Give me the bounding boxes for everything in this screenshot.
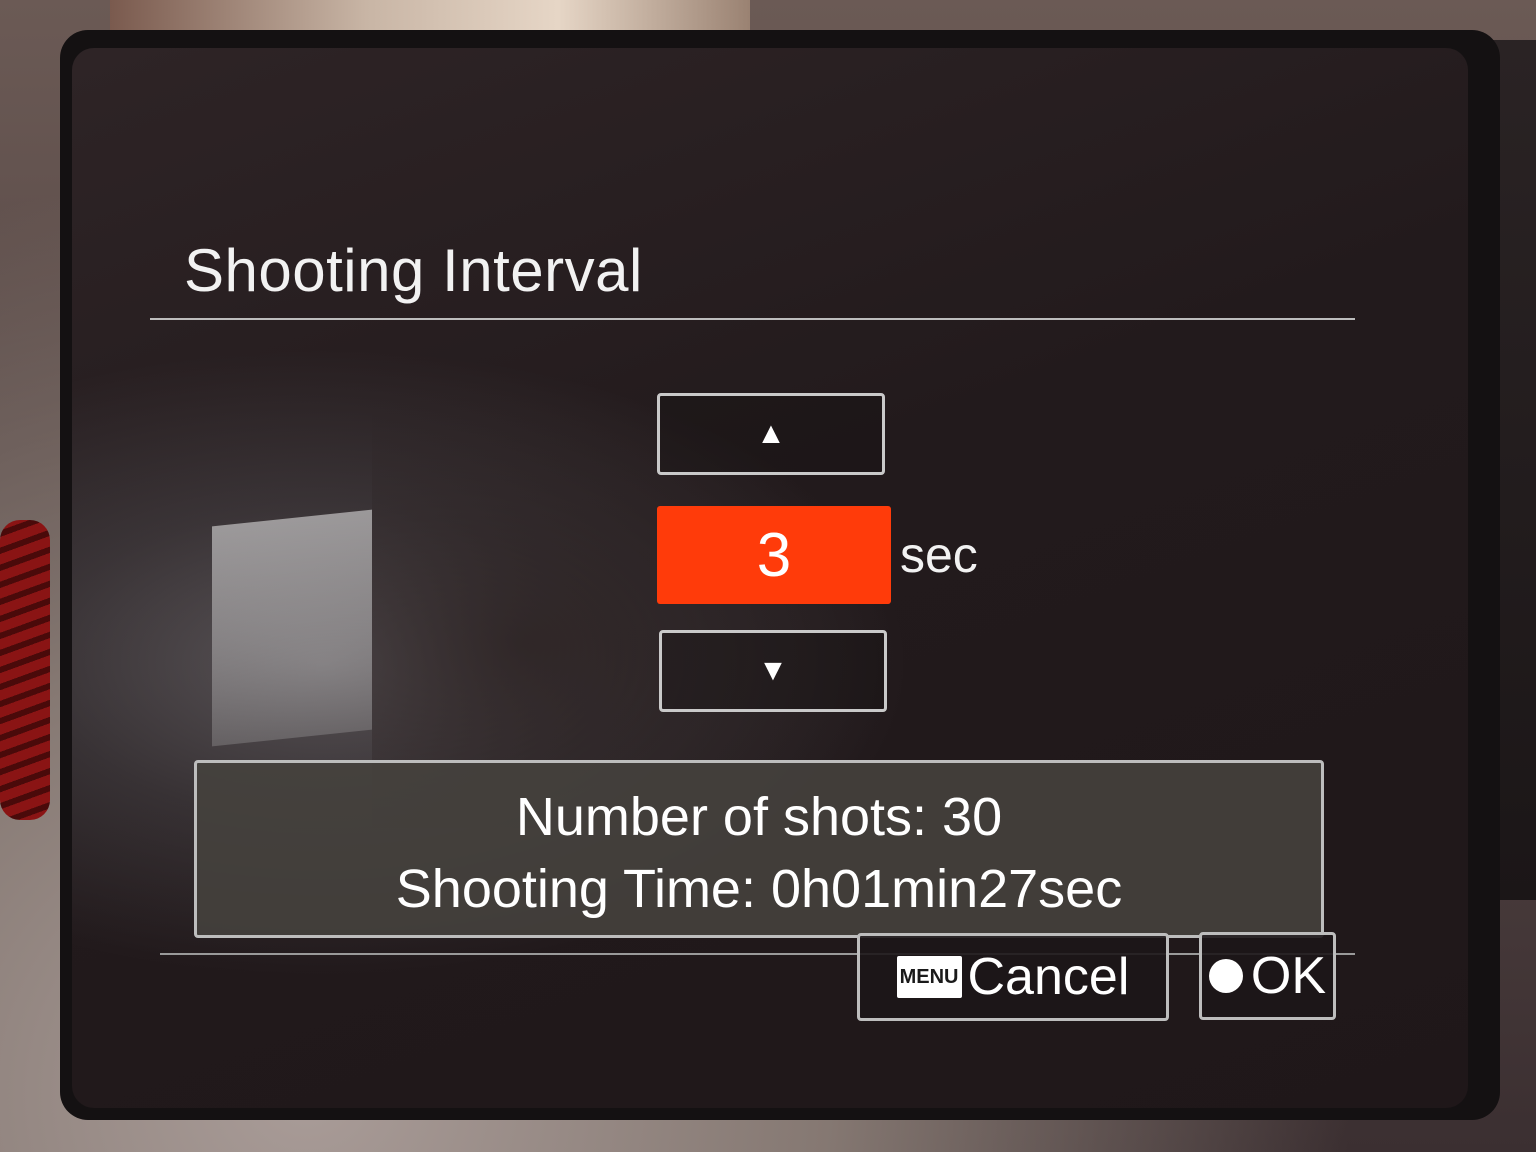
number-of-shots: Number of shots: 30 bbox=[515, 787, 1003, 847]
shooting-time: Shooting Time: 0h01min27sec bbox=[395, 859, 1123, 919]
screen-reflection-window bbox=[212, 509, 372, 747]
cancel-label: Cancel bbox=[967, 948, 1130, 1006]
photo-scene: Shooting Interval ▲ 3 sec ▼ Number of sh… bbox=[0, 0, 1536, 1152]
page-title: Shooting Interval bbox=[184, 237, 643, 304]
shooting-info-panel: Number of shots: 30 Shooting Time: 0h01m… bbox=[194, 760, 1324, 938]
arrow-up-icon: ▲ bbox=[756, 417, 786, 450]
camera-strap bbox=[0, 520, 50, 820]
ok-button[interactable]: OK bbox=[1199, 932, 1336, 1020]
ok-key-icon bbox=[1208, 959, 1243, 993]
interval-value: 3 bbox=[756, 520, 792, 590]
ok-label: OK bbox=[1250, 947, 1327, 1005]
decrease-button[interactable]: ▼ bbox=[659, 630, 887, 712]
menu-key-icon: MENU bbox=[896, 956, 962, 998]
cancel-button[interactable]: MENU Cancel bbox=[857, 933, 1169, 1021]
camera-lcd-screen: Shooting Interval ▲ 3 sec ▼ Number of sh… bbox=[72, 48, 1468, 1108]
interval-unit: sec bbox=[900, 527, 978, 583]
footer-divider bbox=[160, 953, 1355, 955]
arrow-down-icon: ▼ bbox=[758, 654, 788, 687]
title-divider bbox=[150, 318, 1355, 320]
interval-value-field[interactable]: 3 bbox=[657, 506, 891, 604]
increase-button[interactable]: ▲ bbox=[657, 393, 885, 475]
